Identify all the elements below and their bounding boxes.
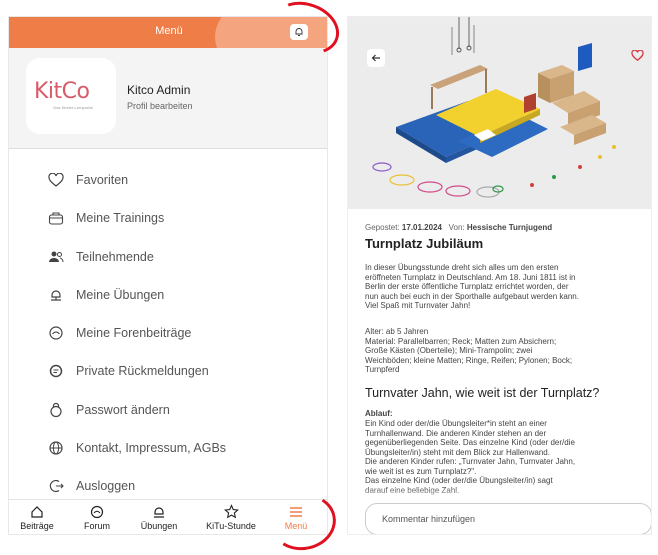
menu-item-kontakt[interactable]: Kontakt, Impressum, AGBs [47,438,226,458]
article-title: Turnplatz Jubiläum [365,236,484,251]
feedback-icon [47,362,65,380]
home-icon [9,504,69,519]
comment-input[interactable]: Kommentar hinzufügen [365,503,651,534]
training-icon [47,209,65,227]
post-date: 17.01.2024 [401,223,442,232]
menu-item-trainings[interactable]: Meine Trainings [47,208,164,228]
nav-beitraege[interactable]: Beiträge [9,504,69,531]
menu-item-label: Meine Trainings [76,211,165,225]
ablauf-label: Ablauf: [365,409,393,418]
nav-forum[interactable]: Forum [65,504,129,531]
from-label: Von: [448,223,465,232]
globe-icon [47,439,65,457]
article-intro: In dieser Übungsstunde dreht sich alles … [365,263,579,310]
nav-kitu-stunde[interactable]: KiTu-Stunde [199,504,263,531]
nav-uebungen[interactable]: Übungen [127,504,191,531]
back-arrow-icon[interactable] [367,49,385,67]
people-icon [47,248,65,266]
posted-label: Gepostet: [365,223,400,232]
article-details: Alter: ab 5 Jahren Material: Parallelbar… [365,327,573,374]
menu-item-label: Meine Forenbeiträge [76,326,192,340]
forum-icon [65,504,129,519]
forum-post-icon [47,324,65,342]
menu-item-label: Passwort ändern [76,403,170,417]
menu-item-label: Meine Übungen [76,288,165,302]
logo-subtitle: Das Kinder-Lernportal [53,105,93,110]
content-fade [348,487,651,503]
hero-illustration [348,17,651,209]
favorite-heart-icon[interactable] [631,48,644,66]
menu-item-passwort[interactable]: Passwort ändern [47,400,170,420]
profile-name: Kitco Admin [127,83,191,97]
post-meta: Gepostet: 17.01.2024 Von: Hessische Turn… [365,223,552,232]
menu-item-favoriten[interactable]: Favoriten [47,170,128,190]
article-screen: Gepostet: 17.01.2024 Von: Hessische Turn… [347,16,652,535]
menu-item-ausloggen[interactable]: Ausloggen [47,476,135,496]
menu-item-label: Ausloggen [76,479,136,493]
exercise-icon [47,286,65,304]
menu-item-forenbeitraege[interactable]: Meine Forenbeiträge [47,323,191,343]
ablauf-text: Ein Kind oder der/die Übungsleiter*in st… [365,419,576,495]
nav-label: Beiträge [20,521,54,531]
star-icon [199,504,263,519]
menu-item-teilnehmende[interactable]: Teilnehmende [47,247,154,267]
edit-profile-link[interactable]: Profil bearbeiten [127,101,193,111]
comment-placeholder: Kommentar hinzufügen [382,514,476,524]
exercise-icon [127,504,191,519]
menu-item-label: Private Rückmeldungen [76,364,209,378]
nav-label: Forum [83,521,110,531]
lock-icon [47,401,65,419]
menu-item-label: Teilnehmende [76,250,154,264]
heart-icon [47,171,65,189]
section-title: Turnvater Jahn, wie weit ist der Turnpla… [365,386,600,400]
divider [9,148,327,149]
menu-item-label: Kontakt, Impressum, AGBs [76,441,227,455]
nav-label: Übungen [140,521,178,531]
logo-text: KitCo [34,79,90,104]
menu-item-rueckmeldungen[interactable]: Private Rückmeldungen [47,361,209,381]
menu-item-label: Favoriten [76,173,129,187]
nav-label: KiTu-Stunde [206,521,256,531]
post-author: Hessische Turnjugend [466,223,553,232]
profile-card[interactable]: KitCo Das Kinder-Lernportal Kitco Admin … [9,48,327,148]
menu-screen: Menü KitCo Das Kinder-Lernportal Kitco A… [8,16,328,535]
logout-icon [47,477,65,495]
menu-item-uebungen[interactable]: Meine Übungen [47,285,164,305]
kitco-logo: KitCo Das Kinder-Lernportal [26,58,116,134]
